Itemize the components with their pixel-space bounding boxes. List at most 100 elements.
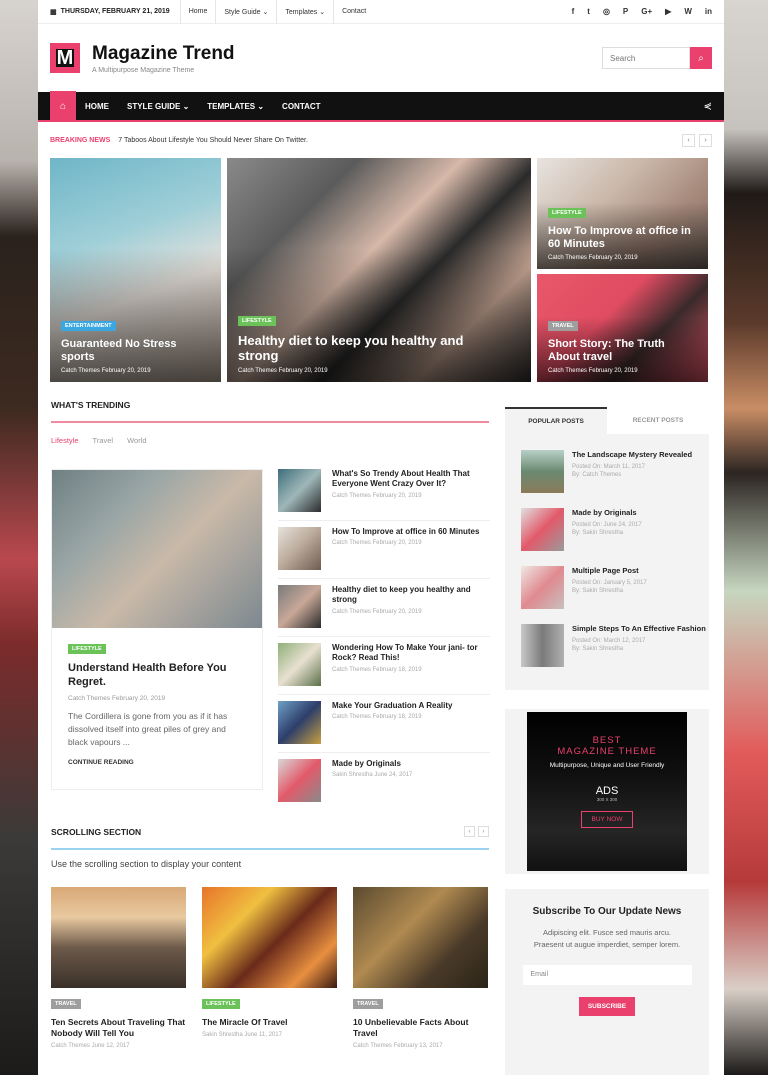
google-plus-icon[interactable]: G+: [641, 7, 652, 16]
subscribe-button[interactable]: SUBSCRIBE: [578, 997, 636, 1017]
category-badge[interactable]: TRAVEL: [51, 999, 81, 1009]
category-badge[interactable]: ENTERTAINMENT: [61, 320, 116, 331]
hero-tile[interactable]: ENTERTAINMENT Guaranteed No Stress sport…: [50, 158, 221, 382]
post-author: By: Catch Themes: [572, 472, 622, 479]
scrolling-title: SCROLLING SECTION: [51, 826, 142, 837]
list-item: Made by Originals Sakin Shrestha June 24,…: [278, 759, 490, 811]
site-logo[interactable]: M: [50, 43, 80, 73]
home-icon[interactable]: ⌂: [50, 91, 76, 121]
top-link-home[interactable]: Home: [181, 0, 217, 24]
list-item-title[interactable]: How To Improve at office in 60 Minutes: [332, 527, 479, 537]
top-link-contact[interactable]: Contact: [334, 0, 374, 24]
hero-tile[interactable]: LIFESTYLE How To Improve at office in 60…: [537, 158, 708, 269]
list-item-title[interactable]: Make Your Graduation A Reality: [332, 701, 452, 711]
subscribe-widget: Subscribe To Our Update News Adipiscing …: [505, 889, 709, 1075]
thumbnail[interactable]: [278, 585, 321, 628]
scroll-item-title[interactable]: Ten Secrets About Traveling That Nobody …: [51, 1017, 186, 1039]
post-title[interactable]: Simple Steps To An Effective Fashion: [572, 624, 706, 634]
ad-banner[interactable]: BEST MAGAZINE THEME Multipurpose, Unique…: [527, 712, 687, 871]
youtube-icon[interactable]: ▶: [665, 7, 671, 16]
category-badge[interactable]: LIFESTYLE: [238, 315, 276, 326]
thumbnail[interactable]: [521, 450, 564, 493]
post-author: By: Sakin Shrestha: [572, 646, 624, 653]
thumbnail[interactable]: [278, 527, 321, 570]
next-arrow-icon[interactable]: ›: [699, 133, 712, 147]
posts-widget: POPULAR POSTS RECENT POSTS The Landscape…: [505, 407, 709, 690]
pinterest-icon[interactable]: P: [623, 7, 628, 16]
thumbnail[interactable]: [278, 759, 321, 802]
thumbnail[interactable]: [202, 887, 337, 988]
post-title[interactable]: Made by Originals: [572, 508, 642, 518]
nav-contact[interactable]: CONTACT: [273, 102, 330, 111]
continue-reading-link[interactable]: CONTINUE READING: [68, 759, 246, 766]
background-right: [724, 0, 768, 1075]
category-badge[interactable]: LIFESTYLE: [548, 207, 586, 218]
list-item-title[interactable]: Made by Originals: [332, 759, 412, 769]
list-item-title[interactable]: Healthy diet to keep you healthy and str…: [332, 585, 490, 606]
brand: Magazine Trend A Multipurpose Magazine T…: [92, 43, 235, 74]
scroll-item-title[interactable]: The Miracle Of Travel: [202, 1017, 337, 1028]
hero-title[interactable]: Healthy diet to keep you healthy and str…: [238, 333, 498, 364]
thumbnail[interactable]: [353, 887, 488, 988]
featured-excerpt: The Cordillera is gone from you as if it…: [68, 710, 228, 747]
ad-line: BEST: [592, 735, 622, 746]
email-field[interactable]: Email: [522, 965, 692, 986]
prev-arrow-icon[interactable]: ‹: [464, 826, 475, 837]
thumbnail[interactable]: [278, 643, 321, 686]
scroll-item-title[interactable]: 10 Unbelievable Facts About Travel: [353, 1017, 488, 1039]
share-icon[interactable]: ⋞: [704, 101, 712, 112]
tab-lifestyle[interactable]: Lifestyle: [51, 436, 79, 445]
post-title[interactable]: Multiple Page Post: [572, 566, 647, 576]
featured-title[interactable]: Understand Health Before You Regret.: [68, 661, 246, 690]
facebook-icon[interactable]: f: [572, 7, 575, 16]
top-link-style-guide[interactable]: Style Guide ⌄: [216, 0, 278, 24]
thumbnail[interactable]: [521, 624, 564, 667]
nav-style-guide[interactable]: STYLE GUIDE ⌄: [118, 102, 198, 111]
list-item-title[interactable]: What's So Trendy About Health That Every…: [332, 469, 490, 490]
scroll-item-meta: Sakin Shrestha June 11, 2017: [202, 1032, 282, 1039]
top-link-templates[interactable]: Templates ⌄: [277, 0, 335, 24]
nav-templates[interactable]: TEMPLATES ⌄: [198, 102, 273, 111]
category-badge[interactable]: LIFESTYLE: [202, 999, 240, 1009]
category-badge[interactable]: LIFESTYLE: [68, 644, 106, 654]
thumbnail[interactable]: [521, 566, 564, 609]
thumbnail[interactable]: [278, 469, 321, 512]
scroll-item: TRAVEL 10 Unbelievable Facts About Travel…: [353, 887, 488, 1049]
search-input[interactable]: [602, 47, 690, 69]
post-title[interactable]: The Landscape Mystery Revealed: [572, 450, 692, 460]
hero-title[interactable]: Guaranteed No Stress sports: [61, 338, 210, 364]
wordpress-icon[interactable]: W: [684, 7, 692, 16]
tab-travel[interactable]: Travel: [93, 436, 114, 445]
scrolling-section: SCROLLING SECTION ‹ › Use the scrolling s…: [51, 826, 489, 1049]
hero-tile[interactable]: TRAVEL Short Story: The Truth About trav…: [537, 274, 708, 382]
tab-recent-posts[interactable]: RECENT POSTS: [607, 407, 709, 434]
page: ▦ THURSDAY, FEBRUARY 21, 2019 Home Style …: [38, 0, 724, 1075]
site-title[interactable]: Magazine Trend: [92, 43, 235, 65]
thumbnail[interactable]: [521, 508, 564, 551]
nav-home[interactable]: HOME: [76, 102, 118, 111]
thumbnail[interactable]: [51, 887, 186, 988]
tab-popular-posts[interactable]: POPULAR POSTS: [505, 407, 607, 434]
thumbnail[interactable]: [278, 701, 321, 744]
tab-world[interactable]: World: [127, 436, 146, 445]
featured-image[interactable]: [52, 470, 262, 628]
hero-title[interactable]: Short Story: The Truth About travel: [548, 338, 697, 364]
featured-meta: Catch Themes February 20, 2019: [68, 694, 166, 702]
category-badge[interactable]: TRAVEL: [353, 999, 383, 1009]
list-item: Make Your Graduation A Reality Catch Them…: [278, 701, 490, 753]
linkedin-icon[interactable]: in: [705, 7, 712, 16]
instagram-icon[interactable]: ◎: [603, 7, 610, 16]
prev-arrow-icon[interactable]: ‹: [682, 133, 695, 147]
buy-now-button[interactable]: BUY NOW: [580, 811, 634, 828]
ad-line: Multipurpose, Unique and User Friendly: [549, 762, 665, 769]
breaking-news: BREAKING NEWS 7 Taboos About Lifestyle Y…: [38, 122, 724, 158]
search-button[interactable]: ⌕: [690, 47, 712, 69]
list-item-title[interactable]: Wondering How To Make Your jani- tor Roc…: [332, 643, 490, 664]
twitter-icon[interactable]: t: [587, 7, 590, 16]
next-arrow-icon[interactable]: ›: [478, 826, 489, 837]
hero-title[interactable]: How To Improve at office in 60 Minutes: [548, 225, 697, 251]
breaking-headline[interactable]: 7 Taboos About Lifestyle You Should Neve…: [118, 137, 308, 144]
hero-tile[interactable]: LIFESTYLE Healthy diet to keep you healt…: [227, 158, 531, 382]
category-badge[interactable]: TRAVEL: [548, 320, 578, 331]
ad-line: ADS: [595, 785, 619, 797]
